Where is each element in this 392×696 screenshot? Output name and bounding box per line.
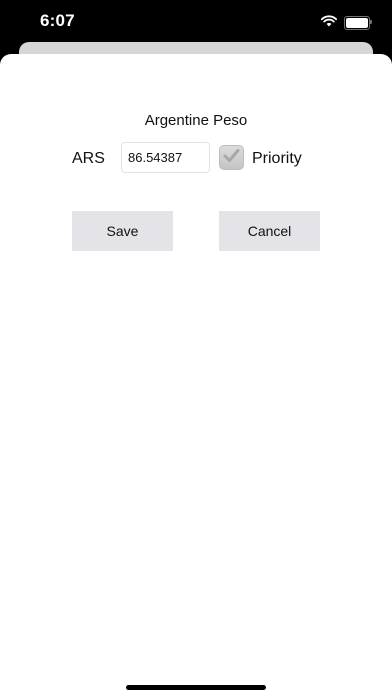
status-bar: 6:07 — [0, 0, 392, 44]
currency-code-label: ARS — [72, 150, 105, 167]
checkmark-icon — [223, 148, 240, 168]
battery-icon — [344, 16, 372, 30]
currency-name-title: Argentine Peso — [144, 112, 248, 129]
edit-currency-sheet: Argentine Peso ARS Priority Save Cancel — [0, 54, 392, 696]
status-icons — [321, 14, 372, 32]
priority-checkbox[interactable] — [219, 145, 244, 170]
wifi-icon — [321, 14, 337, 32]
priority-label: Priority — [252, 150, 302, 167]
exchange-rate-input[interactable] — [121, 142, 210, 173]
status-time: 6:07 — [40, 11, 75, 30]
save-button[interactable]: Save — [72, 211, 173, 251]
cancel-button[interactable]: Cancel — [219, 211, 320, 251]
home-indicator[interactable] — [126, 685, 266, 690]
